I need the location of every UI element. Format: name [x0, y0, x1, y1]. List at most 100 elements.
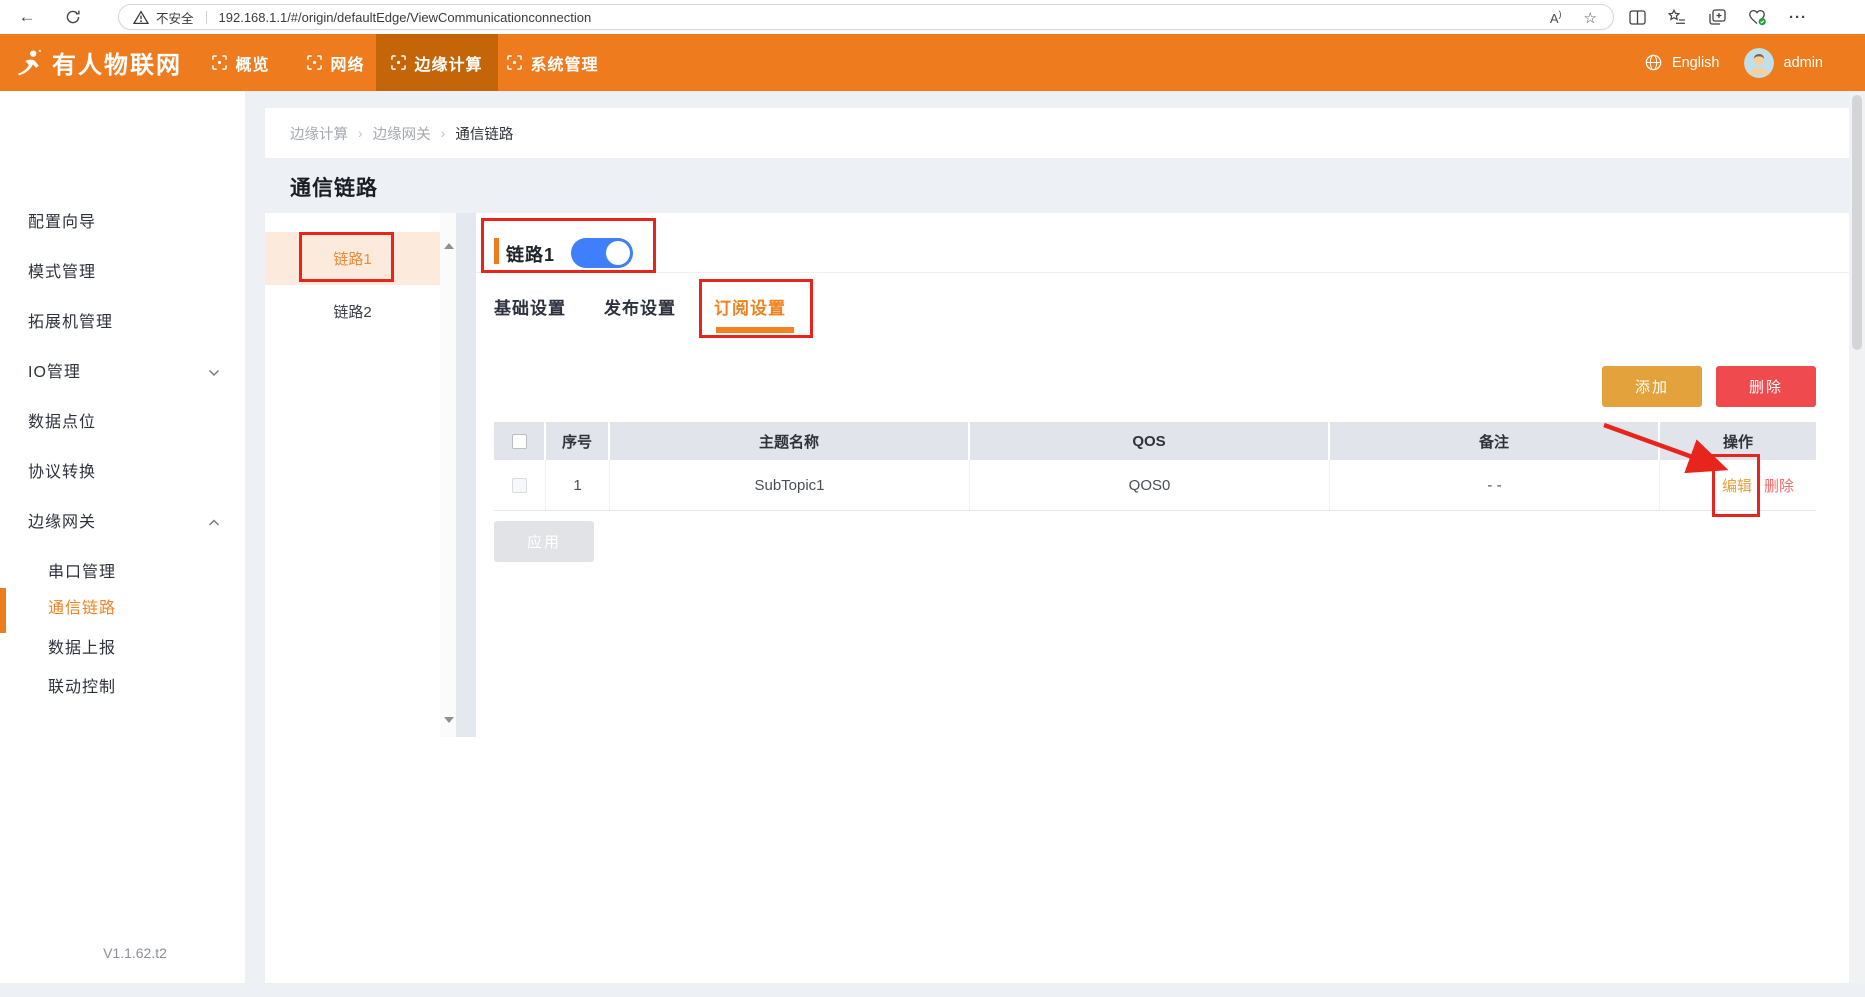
section-accent-bar — [494, 238, 499, 264]
header-index: 序号 — [546, 422, 610, 460]
nav-item-system[interactable]: 系统管理 — [490, 34, 616, 91]
url-text: 192.168.1.1/#/origin/defaultEdge/ViewCom… — [219, 10, 592, 25]
split-screen-icon[interactable] — [1627, 7, 1647, 27]
active-tab-underline — [716, 327, 794, 333]
tab-basic-settings[interactable]: 基础设置 — [494, 294, 566, 319]
collections-icon[interactable] — [1667, 7, 1687, 27]
tab-publish-settings[interactable]: 发布设置 — [604, 294, 676, 319]
row-index: 1 — [546, 460, 610, 510]
scroll-down-icon[interactable] — [444, 717, 454, 723]
add-button[interactable]: 添加 — [1602, 366, 1702, 407]
scan-dot-icon — [391, 55, 406, 70]
link-enable-toggle[interactable] — [571, 238, 633, 268]
delete-button[interactable]: 删除 — [1716, 366, 1816, 407]
address-divider — [206, 11, 207, 24]
sidebar-item-io-management[interactable]: IO管理 — [28, 363, 81, 383]
browser-refresh-button[interactable] — [60, 4, 86, 30]
row-qos: QOS0 — [970, 460, 1330, 510]
brand-name: 有人物联网 — [52, 45, 182, 80]
sidebar-item-protocol-conversion[interactable]: 协议转换 — [28, 463, 96, 483]
globe-icon — [1645, 54, 1662, 71]
app-navbar: 有人物联网 概览 网络 边缘计算 系统管理 English admin — [0, 34, 1865, 91]
warning-icon — [133, 10, 149, 25]
user-avatar[interactable] — [1744, 48, 1774, 78]
breadcrumb-separator: › — [441, 125, 446, 141]
breadcrumb-current: 通信链路 — [455, 123, 513, 144]
back-icon: ← — [19, 7, 36, 27]
nav-item-network[interactable]: 网络 — [286, 34, 386, 91]
row-checkbox[interactable] — [512, 478, 527, 493]
sidebar-item-config-wizard[interactable]: 配置向导 — [28, 213, 96, 233]
browser-back-button[interactable]: ← — [14, 4, 40, 30]
apply-button[interactable]: 应用 — [494, 521, 594, 562]
read-aloud-icon[interactable]: A) — [1550, 11, 1562, 26]
panel-divider — [456, 213, 476, 737]
row-actions: 编辑 删除 — [1660, 460, 1816, 510]
header-divider — [476, 272, 1849, 273]
row-remark: - - — [1330, 460, 1660, 510]
scroll-up-icon[interactable] — [444, 243, 454, 249]
header-remark: 备注 — [1330, 422, 1660, 460]
scan-dot-icon — [307, 55, 322, 70]
browser-menu-icon[interactable]: ··· — [1788, 7, 1808, 27]
favorite-star-icon[interactable]: ☆ — [1584, 9, 1597, 27]
scrollbar-thumb[interactable] — [1852, 95, 1862, 350]
scan-dot-icon — [212, 55, 227, 70]
new-tab-group-icon[interactable] — [1707, 7, 1727, 27]
select-all-checkbox[interactable] — [512, 434, 527, 449]
nav-item-overview[interactable]: 概览 — [191, 34, 291, 91]
row-topic-name: SubTopic1 — [610, 460, 970, 510]
active-item-indicator — [0, 588, 6, 633]
content-card — [265, 213, 1849, 983]
link-section-title: 链路1 — [506, 241, 555, 267]
browser-essentials-icon[interactable] — [1747, 7, 1767, 27]
usr-person-icon — [14, 48, 44, 78]
nav-label-system: 系统管理 — [530, 51, 598, 75]
table-header-row: 序号 主题名称 QOS 备注 操作 — [494, 422, 1816, 460]
breadcrumb-separator: › — [358, 125, 363, 141]
content-scrollbar[interactable] — [1849, 91, 1865, 983]
toggle-knob — [606, 241, 630, 265]
link-list-item-2[interactable]: 链路2 — [265, 285, 440, 338]
nav-label-edge-computing: 边缘计算 — [414, 51, 482, 75]
page-title: 通信链路 — [290, 172, 378, 202]
edit-link[interactable]: 编辑 — [1722, 475, 1752, 496]
tab-subscribe-settings[interactable]: 订阅设置 — [714, 294, 786, 319]
sidebar-item-communication-link[interactable]: 通信链路 — [48, 599, 116, 619]
language-switcher[interactable]: English — [1672, 55, 1720, 71]
delete-link[interactable]: 删除 — [1764, 475, 1794, 496]
browser-chrome: ← 不安全 192.168.1.1/#/origin/defaultEdge/V… — [0, 0, 1865, 34]
nav-label-overview: 概览 — [235, 51, 269, 75]
sidebar-item-mode-management[interactable]: 模式管理 — [28, 263, 96, 283]
header-qos: QOS — [970, 422, 1330, 460]
scan-dot-icon — [507, 55, 522, 70]
chevron-down-icon[interactable] — [208, 369, 220, 377]
sidebar-item-data-points[interactable]: 数据点位 — [28, 413, 96, 433]
header-action: 操作 — [1660, 422, 1816, 460]
sidebar: 配置向导 模式管理 拓展机管理 IO管理 数据点位 协议转换 边缘网关 串口管理… — [0, 91, 245, 983]
sidebar-item-edge-gateway[interactable]: 边缘网关 — [28, 513, 96, 533]
header-topic-name: 主题名称 — [610, 422, 970, 460]
subscribe-topics-table: 序号 主题名称 QOS 备注 操作 1 SubTopic1 QOS0 - - 编… — [494, 422, 1816, 511]
breadcrumb-edge-computing[interactable]: 边缘计算 — [290, 123, 348, 144]
sidebar-item-serial-management[interactable]: 串口管理 — [48, 563, 116, 583]
nav-item-edge-computing[interactable]: 边缘计算 — [376, 34, 498, 91]
nav-label-network: 网络 — [330, 51, 364, 75]
row-select-cell — [494, 460, 546, 510]
firmware-version: V1.1.62.t2 — [15, 945, 255, 961]
header-select-all-cell — [494, 422, 546, 460]
brand-logo[interactable]: 有人物联网 — [14, 34, 182, 91]
refresh-icon — [65, 9, 81, 25]
table-row: 1 SubTopic1 QOS0 - - 编辑 删除 — [494, 460, 1816, 511]
breadcrumb-edge-gateway[interactable]: 边缘网关 — [373, 123, 431, 144]
sidebar-item-linkage-control[interactable]: 联动控制 — [48, 678, 116, 698]
chevron-up-icon[interactable] — [208, 519, 220, 527]
sidebar-item-expander-management[interactable]: 拓展机管理 — [28, 313, 113, 333]
sidebar-item-data-reporting[interactable]: 数据上报 — [48, 639, 116, 659]
breadcrumb: 边缘计算 › 边缘网关 › 通信链路 — [265, 108, 1849, 158]
link-list-item-1[interactable]: 链路1 — [265, 232, 440, 285]
list-scrollbar[interactable] — [440, 213, 456, 737]
address-bar[interactable]: 不安全 192.168.1.1/#/origin/defaultEdge/Vie… — [118, 4, 1614, 30]
security-warning-label: 不安全 — [156, 8, 194, 27]
username-label[interactable]: admin — [1784, 55, 1824, 71]
